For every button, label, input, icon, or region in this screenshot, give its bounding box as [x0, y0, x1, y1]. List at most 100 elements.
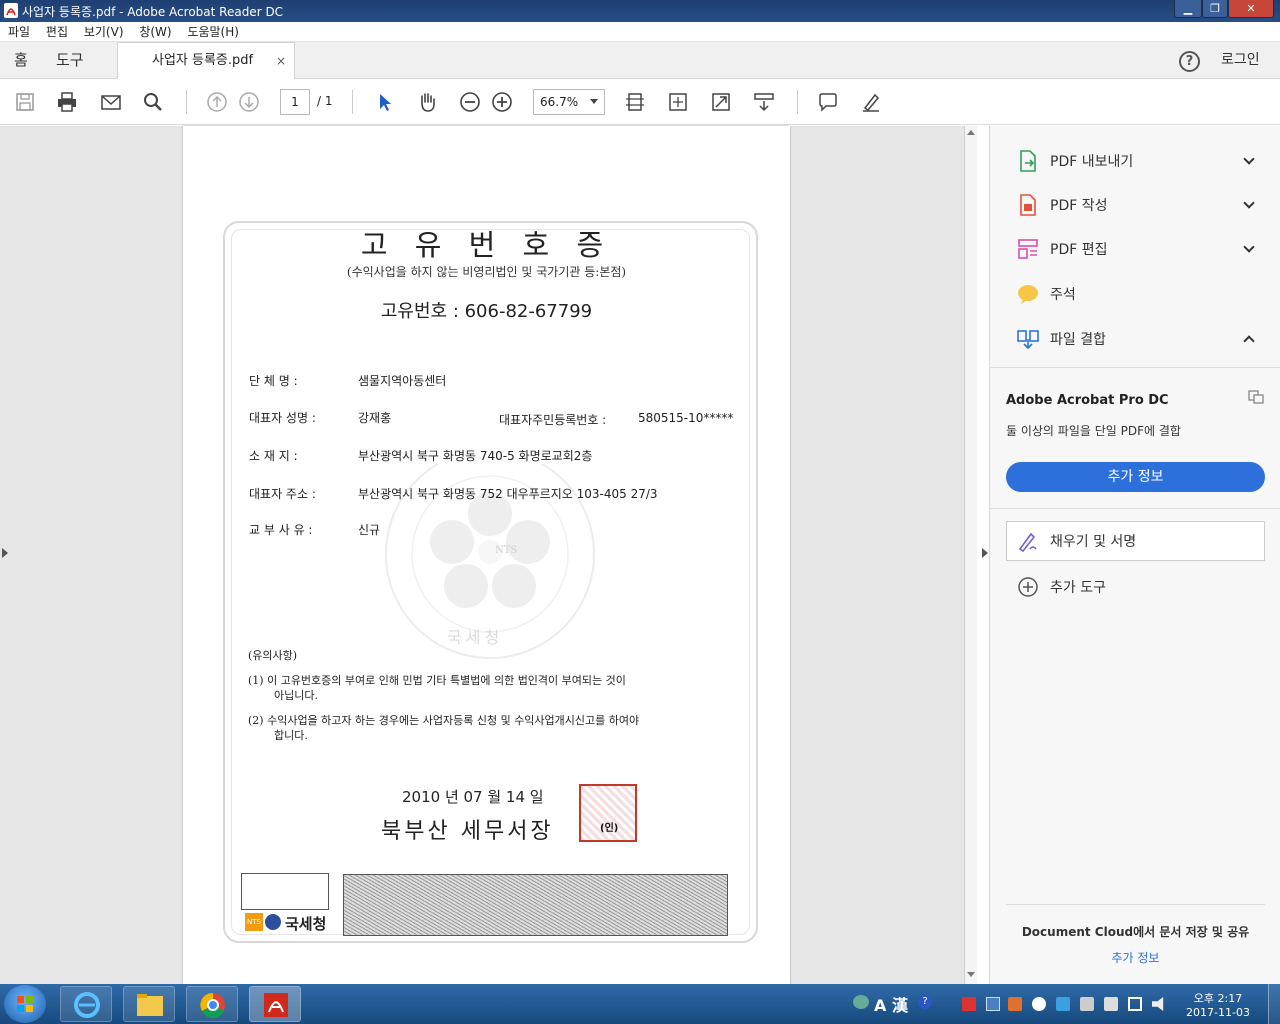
scroll-down-icon[interactable] [967, 972, 975, 977]
field-location-value: 부산광역시 북구 화명동 740-5 화명로교회2층 [358, 449, 593, 463]
field-location-label: 소 재 지 : [249, 449, 298, 463]
tab-home[interactable]: 홈 [14, 42, 28, 79]
tool-combine-files-label: 파일 결합 [1050, 332, 1106, 348]
tool-combine-files[interactable]: 파일 결합 [1016, 326, 1106, 352]
login-link[interactable]: 로그인 [1221, 42, 1260, 79]
help-icon[interactable]: ? [1179, 51, 1200, 72]
page-down-icon[interactable] [237, 91, 261, 113]
zoom-in-icon[interactable] [490, 91, 514, 113]
field-org-name-label: 단 체 명 : [249, 374, 298, 388]
tray-flag-icon[interactable] [962, 997, 976, 1011]
menu-file[interactable]: 파일 [8, 22, 30, 42]
start-button[interactable] [4, 985, 46, 1023]
tray-ime-mode-icon[interactable] [1104, 997, 1118, 1011]
comment-icon[interactable] [816, 91, 840, 113]
create-pdf-icon [1020, 194, 1036, 216]
hand-tool-icon[interactable] [415, 91, 439, 113]
tool-create-pdf-label: PDF 작성 [1050, 198, 1108, 214]
menu-edit[interactable]: 편집 [46, 22, 68, 42]
tray-update-icon[interactable] [1032, 997, 1046, 1011]
cloud-more-info-link[interactable]: 추가 정보 [1006, 949, 1265, 966]
note-1-cont: 아닙니다. [274, 689, 318, 702]
note-2-cont: 합니다. [274, 729, 308, 742]
maximize-button[interactable]: ❐ [1202, 0, 1228, 18]
fill-sign-label: 채우기 및 서명 [1050, 534, 1137, 550]
more-info-button[interactable]: 추가 정보 [1006, 462, 1265, 492]
menu-help[interactable]: 도움말(H) [187, 22, 239, 42]
tool-create-pdf[interactable]: PDF 작성 [1016, 192, 1108, 218]
taskbar-chrome-icon[interactable] [186, 986, 238, 1022]
tool-export-pdf[interactable]: PDF 내보내기 [1016, 148, 1133, 174]
watermark-nts-badge: NTS [495, 545, 518, 556]
zoom-out-icon[interactable] [458, 91, 482, 113]
notes-heading: (유의사항) [248, 649, 298, 662]
scroll-up-icon[interactable] [967, 130, 975, 135]
clock-time[interactable]: 오후 2:17 [1178, 990, 1258, 1006]
taskbar-explorer-icon[interactable] [123, 986, 175, 1022]
fill-sign-pen-icon [1018, 532, 1037, 553]
taskbar-acrobat-icon[interactable] [249, 986, 301, 1022]
export-pdf-icon [1020, 150, 1036, 172]
menu-window[interactable]: 창(W) [139, 22, 171, 42]
zoom-select[interactable]: 66.7% [533, 89, 605, 115]
tool-edit-pdf-label: PDF 편집 [1050, 242, 1108, 258]
nts-logo-icon [265, 914, 281, 930]
watermark-agency-text: 국세청 [447, 628, 504, 647]
left-pane-toggle-icon[interactable] [2, 548, 8, 558]
copy-icon[interactable] [1248, 390, 1264, 404]
tab-document[interactable]: 사업자 등록증.pdf × [117, 42, 295, 79]
issuer-name: 북부산 세무서장 [381, 819, 554, 844]
highlight-pen-icon[interactable] [859, 91, 883, 113]
minimize-button[interactable]: ▁ [1174, 0, 1202, 18]
show-desktop-button[interactable] [1268, 984, 1280, 1024]
select-arrow-icon[interactable] [372, 91, 396, 113]
promo-title: Adobe Acrobat Pro DC [1006, 393, 1169, 408]
page-up-icon[interactable] [205, 91, 229, 113]
tray-app-icon[interactable] [986, 997, 1000, 1011]
search-icon[interactable] [141, 91, 165, 113]
tray-display-icon[interactable] [1128, 997, 1142, 1011]
fit-width-icon[interactable] [752, 91, 776, 113]
taskbar-ie-icon[interactable] [60, 986, 112, 1022]
field-reason-value: 신규 [358, 523, 381, 537]
barcode-pattern [343, 874, 728, 936]
tab-close-icon[interactable]: × [276, 43, 286, 79]
menu-bar: 파일 편집 보기(V) 창(W) 도움말(H) [0, 22, 1280, 42]
fit-page-icon[interactable] [666, 91, 690, 113]
tool-comment[interactable]: 주석 [1016, 281, 1076, 307]
note-2: (2) 수익사업을 하고자 하는 경우에는 사업자등록 신청 및 수익사업개시신… [248, 714, 640, 727]
pane-divider [989, 508, 1280, 509]
print-icon[interactable] [55, 91, 79, 113]
tool-edit-pdf[interactable]: PDF 편집 [1016, 236, 1108, 262]
fullscreen-icon[interactable] [709, 91, 733, 113]
more-tools-label: 추가 도구 [1050, 580, 1106, 596]
tray-shield-icon[interactable] [1056, 997, 1070, 1011]
right-pane-toggle-icon[interactable] [982, 548, 988, 558]
more-tools-row[interactable]: 추가 도구 [1016, 574, 1106, 600]
official-seal: (인) [579, 784, 637, 842]
fill-sign-row[interactable]: 채우기 및 서명 [1016, 528, 1136, 554]
tab-document-label: 사업자 등록증.pdf [152, 53, 254, 68]
menu-view[interactable]: 보기(V) [84, 22, 124, 42]
tray-help-icon[interactable]: ? [918, 995, 932, 1009]
tab-tools[interactable]: 도구 [56, 42, 84, 79]
page-number-input[interactable]: 1 [280, 89, 310, 115]
field-resident-value: 580515-10***** [638, 411, 734, 425]
clock-date[interactable]: 2017-11-03 [1178, 1006, 1258, 1019]
window-title: 사업자 등록증.pdf - Adobe Acrobat Reader DC [22, 5, 284, 19]
tool-export-pdf-label: PDF 내보내기 [1050, 154, 1134, 170]
close-button[interactable]: ✕ [1228, 0, 1274, 18]
scroll-mode-icon[interactable] [623, 91, 647, 113]
ime-indicator[interactable]: A 漢 [874, 992, 908, 1016]
tray-sync-icon[interactable] [1080, 997, 1094, 1011]
field-rep-address-label: 대표자 주소 : [249, 487, 316, 501]
email-icon[interactable] [99, 91, 123, 113]
add-tools-icon [1018, 577, 1038, 597]
tray-network-icon[interactable] [853, 995, 869, 1009]
field-resident-label: 대표자주민등록번호 : [499, 413, 607, 427]
tray-speaker-icon[interactable] [1008, 997, 1022, 1011]
save-icon[interactable] [13, 91, 37, 113]
edit-pdf-icon [1018, 239, 1038, 259]
toolbar-separator [797, 90, 798, 114]
vertical-scrollbar[interactable] [965, 126, 977, 984]
